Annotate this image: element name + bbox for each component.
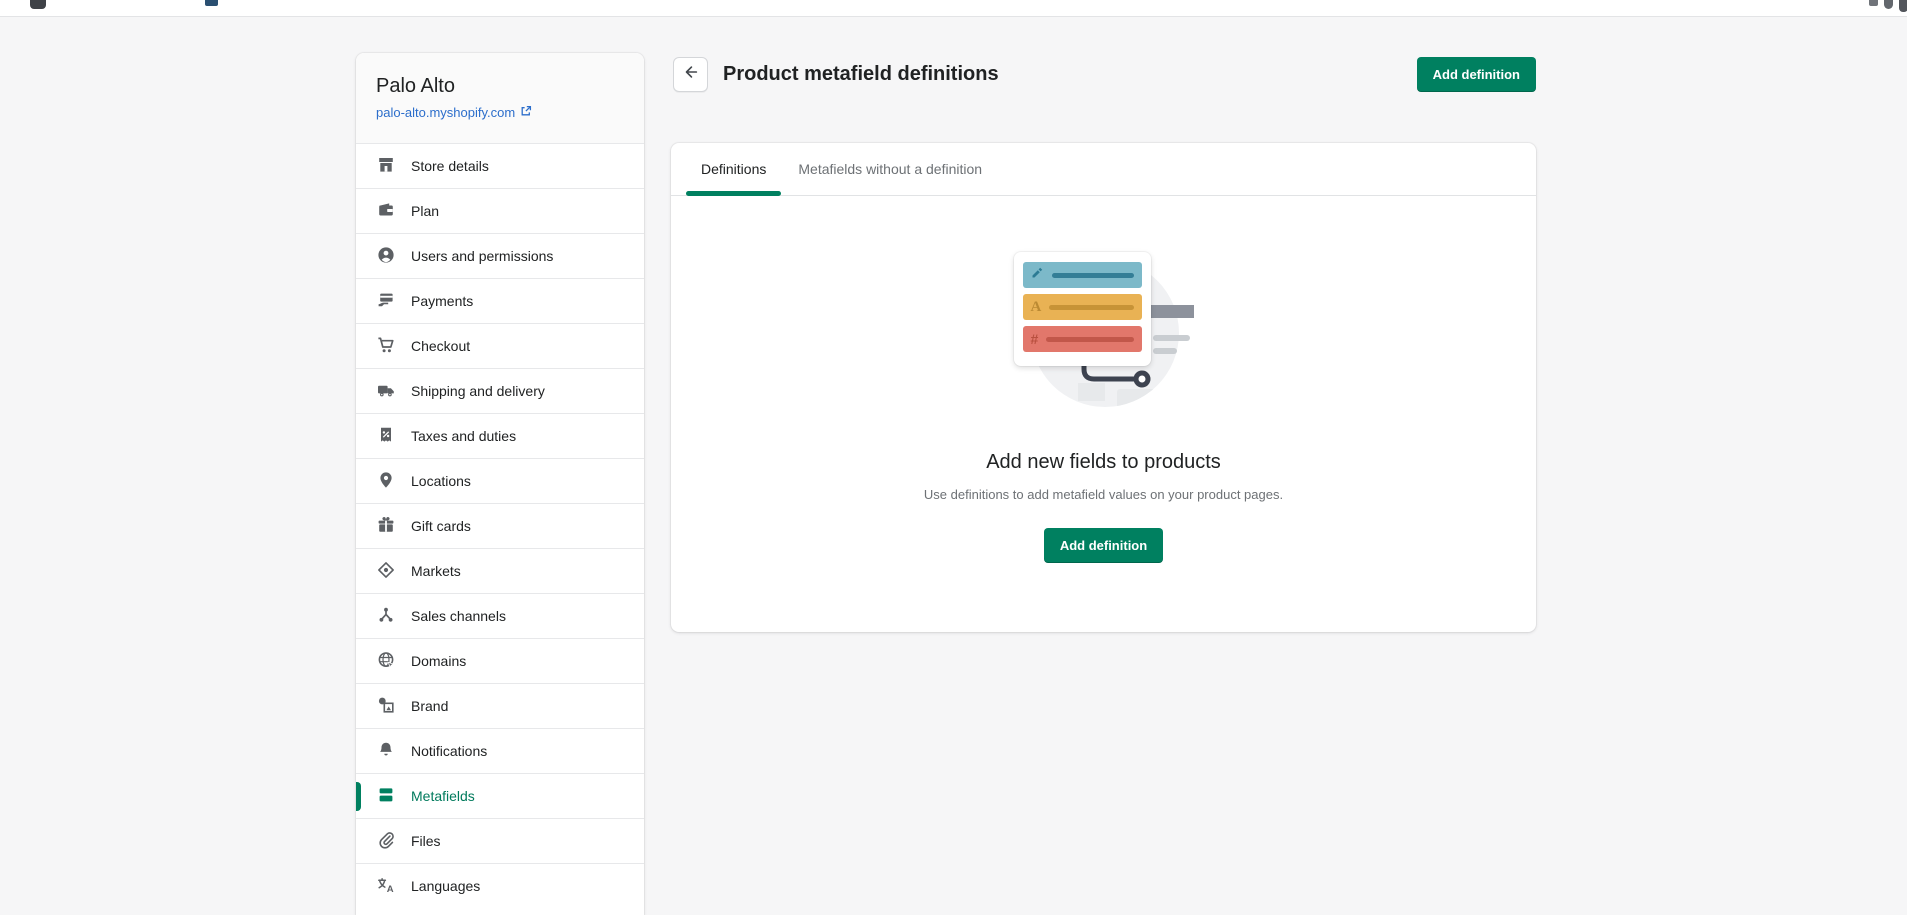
translate-icon: A — [376, 875, 396, 898]
wallet-icon — [376, 200, 396, 223]
active-indicator — [356, 782, 361, 811]
store-header: Palo Alto palo-alto.myshopify.com — [356, 53, 644, 143]
brand-shapes-icon — [376, 695, 396, 718]
settings-sidebar: Palo Alto palo-alto.myshopify.com Store … — [356, 53, 644, 915]
store-name: Palo Alto — [376, 73, 624, 99]
sidebar-item-locations[interactable]: Locations — [356, 458, 644, 503]
illustration-gray-bar — [1149, 305, 1194, 318]
illustration-field-line — [1049, 305, 1133, 310]
arrow-left-icon — [682, 63, 700, 86]
tab-definitions[interactable]: Definitions — [685, 143, 782, 195]
location-pin-icon — [376, 470, 396, 493]
illustration-field-line — [1046, 337, 1133, 342]
storefront-icon — [376, 155, 396, 178]
sidebar-item-languages[interactable]: A Languages — [356, 863, 644, 908]
sidebar-item-label: Checkout — [411, 338, 470, 354]
sidebar-item-sales-channels[interactable]: Sales channels — [356, 593, 644, 638]
store-domain-text: palo-alto.myshopify.com — [376, 105, 515, 120]
topbar-icon-fragment — [1899, 0, 1907, 12]
sales-channels-icon — [376, 605, 396, 628]
sidebar-item-metafields[interactable]: Metafields — [356, 773, 644, 818]
sidebar-item-label: Notifications — [411, 743, 487, 759]
metafields-card: Definitions Metafields without a definit… — [671, 143, 1536, 632]
external-link-icon — [520, 105, 532, 120]
gift-icon — [376, 515, 396, 538]
sidebar-item-label: Payments — [411, 293, 473, 309]
sidebar-item-label: Sales channels — [411, 608, 506, 624]
sidebar-item-label: Users and permissions — [411, 248, 553, 264]
sidebar-item-users-and-permissions[interactable]: Users and permissions — [356, 233, 644, 278]
svg-text:A: A — [387, 884, 394, 895]
illustration-row-color — [1023, 262, 1142, 288]
back-button[interactable] — [673, 57, 708, 92]
sidebar-item-label: Files — [411, 833, 441, 849]
sidebar-item-label: Shipping and delivery — [411, 383, 545, 399]
topbar-icon-fragment — [1884, 0, 1893, 9]
illustration-connector — [1069, 362, 1159, 396]
cart-icon — [376, 335, 396, 358]
tab-bar: Definitions Metafields without a definit… — [671, 143, 1536, 196]
sidebar-item-label: Markets — [411, 563, 461, 579]
user-circle-icon — [376, 245, 396, 268]
sidebar-item-markets[interactable]: Markets — [356, 548, 644, 593]
metafields-icon — [376, 785, 396, 808]
sidebar-item-label: Locations — [411, 473, 471, 489]
sidebar-item-brand[interactable]: Brand — [356, 683, 644, 728]
empty-state: A # Add new fields to products Use defin… — [671, 196, 1536, 563]
topbar — [0, 0, 1907, 17]
add-definition-button-empty-state[interactable]: Add definition — [1044, 528, 1163, 563]
store-domain-link[interactable]: palo-alto.myshopify.com — [376, 105, 532, 120]
sidebar-item-checkout[interactable]: Checkout — [356, 323, 644, 368]
sidebar-item-label: Domains — [411, 653, 466, 669]
letter-a-glyph: A — [1031, 300, 1042, 315]
illustration-row-number: # — [1023, 326, 1142, 352]
sidebar-item-label: Languages — [411, 878, 480, 894]
eyedropper-icon — [1031, 266, 1044, 284]
topbar-icon-fragment — [1869, 0, 1878, 6]
topbar-icon-fragment — [205, 0, 218, 6]
sidebar-item-label: Metafields — [411, 788, 475, 804]
illustration-gray-line — [1153, 335, 1190, 341]
sidebar-item-label: Plan — [411, 203, 439, 219]
sidebar-item-shipping-and-delivery[interactable]: Shipping and delivery — [356, 368, 644, 413]
illustration-row-text: A — [1023, 294, 1142, 320]
metafields-empty-illustration: A # — [1014, 252, 1194, 418]
empty-state-description: Use definitions to add metafield values … — [924, 487, 1283, 502]
sidebar-item-plan[interactable]: Plan — [356, 188, 644, 233]
payments-card-icon — [376, 290, 396, 313]
tab-metafields-without-definition[interactable]: Metafields without a definition — [782, 143, 998, 195]
sidebar-item-label: Brand — [411, 698, 448, 714]
empty-state-heading: Add new fields to products — [986, 451, 1221, 474]
markets-compass-icon — [376, 560, 396, 583]
hash-glyph: # — [1031, 332, 1039, 346]
sidebar-item-domains[interactable]: Domains — [356, 638, 644, 683]
illustration-fields-card: A # — [1014, 252, 1151, 366]
page-title: Product metafield definitions — [723, 57, 999, 92]
bell-icon — [376, 740, 396, 763]
sidebar-item-label: Gift cards — [411, 518, 471, 534]
truck-icon — [376, 380, 396, 403]
sidebar-item-label: Store details — [411, 158, 489, 174]
sidebar-item-notifications[interactable]: Notifications — [356, 728, 644, 773]
sidebar-item-label: Taxes and duties — [411, 428, 516, 444]
sidebar-item-taxes-and-duties[interactable]: Taxes and duties — [356, 413, 644, 458]
illustration-gray-line — [1153, 348, 1177, 354]
add-definition-button-header[interactable]: Add definition — [1417, 57, 1536, 92]
paperclip-icon — [376, 830, 396, 853]
sidebar-item-files[interactable]: Files — [356, 818, 644, 863]
sidebar-item-gift-cards[interactable]: Gift cards — [356, 503, 644, 548]
illustration-field-line — [1052, 273, 1134, 278]
tax-receipt-icon — [376, 425, 396, 448]
sidebar-item-payments[interactable]: Payments — [356, 278, 644, 323]
sidebar-item-store-details[interactable]: Store details — [356, 143, 644, 188]
globe-icon — [376, 650, 396, 673]
topbar-logo-fragment-icon — [30, 0, 46, 9]
